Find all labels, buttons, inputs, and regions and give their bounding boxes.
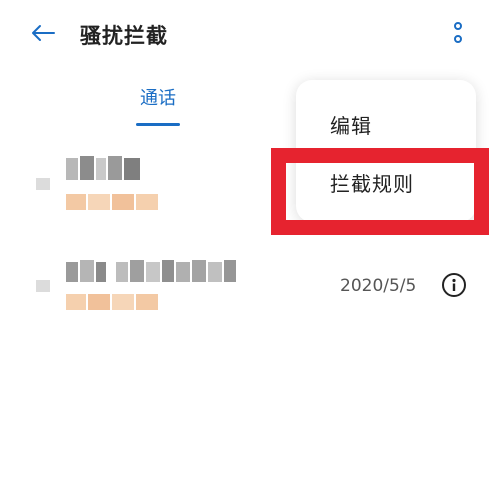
menu-item-edit[interactable]: 编辑 — [330, 110, 372, 139]
back-arrow-icon — [32, 25, 55, 41]
redacted-tag — [66, 194, 158, 210]
redacted-caller-name — [66, 156, 142, 182]
page-title: 骚扰拦截 — [80, 24, 168, 48]
screen: 骚扰拦截 通话 2020/5/5 编辑 拦截规则 — [0, 0, 500, 500]
info-button[interactable] — [442, 273, 466, 297]
item-select-checkbox[interactable] — [36, 280, 50, 292]
info-icon — [452, 278, 456, 291]
tab-calls[interactable]: 通话 — [120, 84, 196, 110]
item-select-checkbox[interactable] — [36, 178, 50, 190]
redacted-tag — [66, 294, 158, 310]
highlight-annotation-box — [271, 148, 489, 235]
back-button[interactable] — [26, 18, 60, 48]
tab-active-indicator — [136, 123, 180, 126]
more-options-button[interactable] — [438, 16, 478, 52]
call-date: 2020/5/5 — [340, 276, 417, 296]
list-item[interactable] — [0, 254, 500, 320]
redacted-caller-number — [66, 260, 236, 284]
more-vertical-icon — [454, 22, 462, 43]
